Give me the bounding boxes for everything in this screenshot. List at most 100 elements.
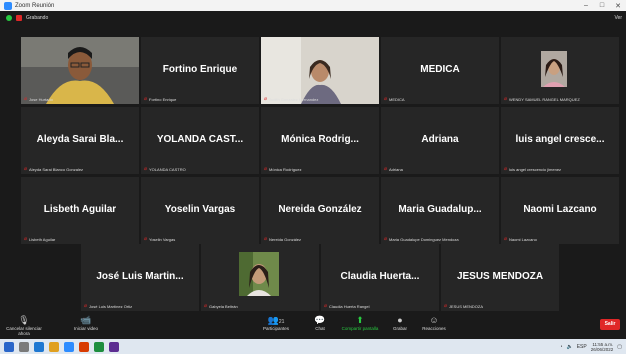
volume-icon[interactable]: 🔈 (566, 344, 572, 350)
language-indicator[interactable]: ESP (577, 344, 587, 350)
muted-mic-icon: ⌀ (144, 166, 148, 172)
chat-button[interactable]: 💬 Chat (300, 314, 340, 331)
wifi-icon[interactable]: ◔ (559, 344, 562, 350)
participant-tile[interactable]: MEDICA ⌀ MEDICA (381, 37, 499, 104)
participant-caption: ⌀ WENDY SAMUEL RANGEL MARQUEZ (504, 96, 580, 102)
participant-caption-text: Judith Gonzalez Hernandez (269, 96, 319, 102)
recording-icon (16, 15, 22, 21)
participant-caption: ⌀ Aleyda Sarai Blanco Gonzalez (24, 166, 83, 172)
file-explorer-icon[interactable] (49, 341, 59, 352)
participant-tile[interactable]: ⌀ Gabyela Beltrán (201, 244, 319, 311)
muted-mic-icon: ⌀ (144, 96, 148, 102)
zoom-app-icon[interactable] (64, 341, 74, 352)
microphone-icon: 🎙 (18, 315, 30, 325)
participant-caption-text: Gabyela Beltrán (209, 303, 238, 309)
participant-display-name: luis angel cresce... (515, 134, 605, 145)
participant-tile[interactable]: Maria Guadalup... ⌀ Maria Guadalupe Doming… (381, 177, 499, 244)
minimize-button[interactable]: – (578, 2, 594, 10)
start-video-button[interactable]: 📹 Iniciar video (66, 314, 106, 331)
participant-caption: ⌀ YOLANDA CASTRO (144, 166, 186, 172)
participant-tile[interactable]: Adriana ⌀ Adriana (381, 107, 499, 174)
edge-browser-icon[interactable] (34, 341, 44, 352)
participant-tile[interactable]: YOLANDA CAST... ⌀ YOLANDA CASTRO (141, 107, 259, 174)
participant-tile[interactable]: ⌀ WENDY SAMUEL RANGEL MARQUEZ (501, 37, 619, 104)
participant-tile[interactable]: José Luis Martin... ⌀ José Luis Martínez O… (81, 244, 199, 311)
participant-tile[interactable]: luis angel cresce... ⌀ luis angel crescenc… (501, 107, 619, 174)
start-video-label: Iniciar video (73, 326, 98, 331)
participant-caption-text: MEDICA (389, 96, 405, 102)
security-shield-icon[interactable] (6, 15, 12, 21)
muted-mic-icon: ⌀ (504, 96, 508, 102)
participant-display-name: Naomi Lazcano (523, 204, 597, 215)
participant-video (21, 37, 139, 104)
clock[interactable]: 11:55 a.m. 26/06/2022 (591, 342, 614, 352)
participant-display-name: Lisbeth Aguilar (43, 204, 117, 215)
view-button[interactable]: Ver (614, 15, 622, 21)
office-icon[interactable] (79, 341, 89, 352)
maximize-button[interactable]: □ (594, 2, 610, 10)
participant-caption-text: Claudia Huerta Rangel (329, 303, 370, 309)
participant-display-name: YOLANDA CAST... (156, 134, 244, 145)
participant-tile[interactable]: Yoselin Vargas ⌀ Yoselin Vargas (141, 177, 259, 244)
muted-mic-icon: ⌀ (264, 166, 268, 172)
participant-tile[interactable]: ⌀ Judith Gonzalez Hernandez (261, 37, 379, 104)
participant-caption: ⌀ MEDICA (384, 96, 405, 102)
participant-caption-text: Mónica Rodríguez (269, 166, 302, 172)
chrome-icon[interactable] (94, 341, 104, 352)
participant-caption: ⌀ Maria Guadalupe Dominguez Mendoza (384, 236, 459, 242)
participant-tile[interactable]: Lisbeth Aguilar ⌀ Lisbeth Aguilar (21, 177, 139, 244)
participants-icon: 👥21 (267, 315, 285, 325)
muted-mic-icon: ⌀ (504, 166, 508, 172)
participant-tile[interactable]: Naomi Lazcano ⌀ Naomi Lazcano (501, 177, 619, 244)
notifications-icon[interactable]: ▢ (617, 344, 622, 350)
muted-mic-icon: ⌀ (324, 303, 328, 309)
chat-bubble-icon: 💬 (314, 315, 326, 325)
recording-label: Grabando (26, 15, 49, 21)
participant-caption-text: Naomi Lazcano (509, 236, 537, 242)
participant-caption: ⌀ Adriana (384, 166, 403, 172)
muted-mic-icon: ⌀ (84, 303, 88, 309)
participant-display-name: Adriana (421, 134, 459, 145)
participant-video (201, 244, 319, 311)
participant-caption: ⌀ Naomi Lazcano (504, 236, 537, 242)
reactions-button[interactable]: ☺ Reacciones (414, 314, 454, 331)
muted-mic-icon: ⌀ (384, 236, 388, 242)
participants-button[interactable]: 👥21 Participantes (256, 314, 296, 331)
participant-tile[interactable]: Aleyda Sarai Bla... ⌀ Aleyda Sarai Blanco … (21, 107, 139, 174)
muted-mic-icon: ⌀ (444, 303, 448, 309)
participants-label: Participantes (262, 326, 289, 331)
teams-icon[interactable] (109, 341, 119, 352)
share-screen-button[interactable]: ⬆ Compartir pantalla (340, 314, 380, 331)
leave-button[interactable]: Salir (600, 319, 620, 330)
participant-tile[interactable]: Nereida González ⌀ Nereida González (261, 177, 379, 244)
muted-mic-icon: ⌀ (24, 96, 28, 102)
participant-tile[interactable]: ⌀ Jose Hurtado (21, 37, 139, 104)
muted-mic-icon: ⌀ (264, 96, 268, 102)
video-camera-icon: 📹 (80, 315, 92, 325)
participant-caption-text: Jose Hurtado (29, 96, 53, 102)
participant-tile[interactable]: JESUS MENDOZA ⌀ JESUS MENDOZA (441, 244, 559, 311)
muted-mic-icon: ⌀ (24, 166, 28, 172)
muted-mic-icon: ⌀ (204, 303, 208, 309)
muted-mic-icon: ⌀ (384, 96, 388, 102)
window-titlebar: Zoom Reunión – □ ✕ (0, 0, 626, 11)
meeting-controls-bar: 🎙 Cancelar silenciar ahora 📹 Iniciar vid… (0, 312, 626, 339)
participant-caption: ⌀ Claudia Huerta Rangel (324, 303, 369, 309)
participant-caption-text: YOLANDA CASTRO (149, 166, 186, 172)
close-button[interactable]: ✕ (610, 2, 626, 10)
participant-caption-text: Adriana (389, 166, 403, 172)
participant-caption-text: luis angel crescencio jimenez (509, 166, 562, 172)
windows-start-icon[interactable] (4, 341, 14, 352)
participant-tile[interactable]: Claudia Huerta... ⌀ Claudia Huerta Rangel (321, 244, 439, 311)
mute-button[interactable]: 🎙 Cancelar silenciar ahora (4, 314, 44, 336)
participant-tile[interactable]: Fortino Enrique ⌀ Fortino Enrique (141, 37, 259, 104)
windows-taskbar: ◔ 🔈 ESP 11:55 a.m. 26/06/2022 ▢ (0, 339, 626, 354)
mute-label: Cancelar silenciar ahora (6, 326, 42, 336)
participant-tile[interactable]: Mónica Rodrig... ⌀ Mónica Rodríguez (261, 107, 379, 174)
participant-caption: ⌀ Nereida González (264, 236, 301, 242)
participant-caption: ⌀ José Luis Martínez Ortiz (84, 303, 132, 309)
participant-video (501, 37, 619, 104)
search-icon[interactable] (19, 341, 29, 352)
participant-caption: ⌀ JESUS MENDOZA (444, 303, 483, 309)
zoom-logo-icon (4, 1, 12, 10)
